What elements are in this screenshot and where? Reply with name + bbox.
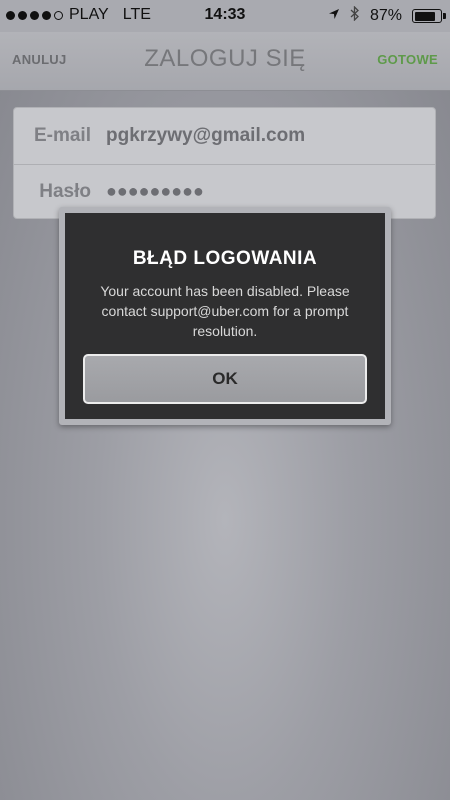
alert-body: BŁĄD LOGOWANIA Your account has been dis… (65, 213, 385, 419)
status-bar: PLAY LTE 14:33 87% (0, 0, 450, 32)
ok-button[interactable]: OK (83, 354, 367, 404)
alert-message: Your account has been disabled. Please c… (100, 283, 350, 339)
login-form: E-mail pgkrzywy@gmail.com Hasło ●●●●●●●●… (13, 107, 436, 219)
navigation-bar: ANULUJ ZALOGUJ SIĘ GOTOWE (0, 32, 450, 91)
bluetooth-icon (350, 5, 360, 26)
done-button[interactable]: GOTOWE (377, 52, 438, 67)
status-right: 87% (328, 5, 446, 26)
email-row[interactable]: E-mail pgkrzywy@gmail.com (14, 108, 435, 165)
location-icon (328, 7, 340, 25)
battery-percent: 87% (369, 7, 402, 24)
password-label: Hasło (39, 181, 91, 202)
battery-fill (414, 11, 436, 21)
email-field[interactable]: pgkrzywy@gmail.com (106, 125, 305, 147)
password-field[interactable]: ●●●●●●●●● (106, 181, 204, 202)
alert-dialog: BŁĄD LOGOWANIA Your account has been dis… (59, 207, 391, 425)
email-label: E-mail (33, 125, 91, 146)
alert-title: BŁĄD LOGOWANIA (132, 248, 318, 269)
battery-icon (412, 9, 446, 23)
